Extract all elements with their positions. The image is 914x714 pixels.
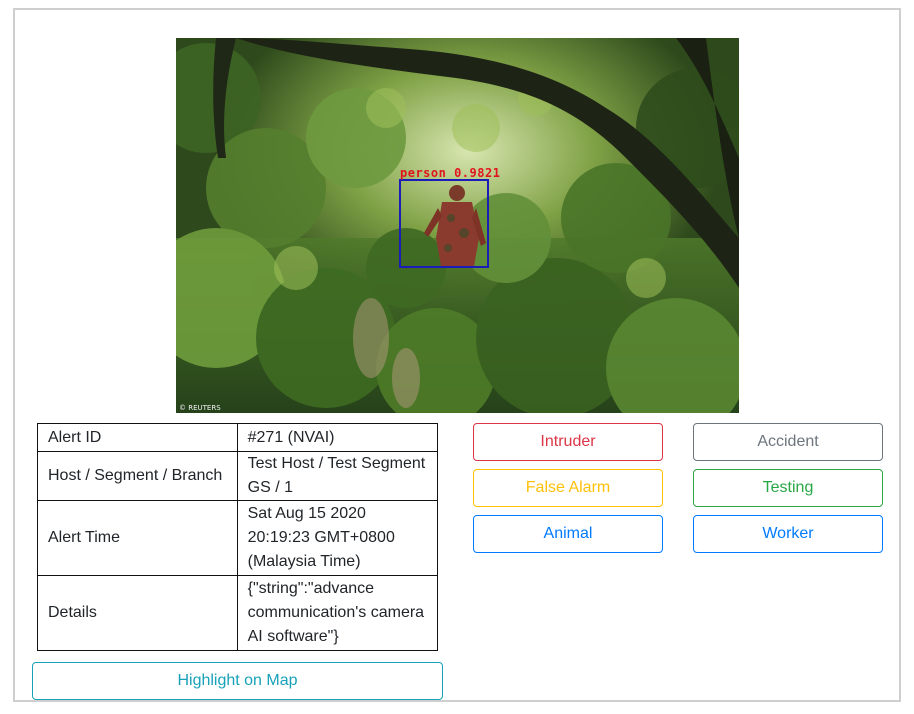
table-row: Details {"string":"advance communication… [37,575,439,651]
table-row: Alert Time Sat Aug 15 2020 20:19:23 GMT+… [37,500,439,576]
row-key-details: Details [37,575,238,651]
alert-details-table: Alert ID #271 (NVAI) Host / Segment / Br… [37,423,439,651]
highlight-on-map-button[interactable]: Highlight on Map [32,662,443,700]
row-value-alert-id: #271 (NVAI) [236,423,439,452]
accident-button[interactable]: Accident [693,423,883,461]
alert-snapshot-image: person 0.9821 © REUTERS [176,38,739,413]
row-value-alert-time: Sat Aug 15 2020 20:19:23 GMT+0800 (Malay… [236,500,439,576]
image-watermark: © REUTERS [179,404,221,412]
forest-camera-scene [176,38,739,413]
worker-button[interactable]: Worker [693,515,883,553]
row-key-alert-time: Alert Time [37,500,238,576]
intruder-button[interactable]: Intruder [473,423,663,461]
table-row: Host / Segment / Branch Test Host / Test… [37,451,439,501]
row-value-host: Test Host / Test Segment GS / 1 [236,451,439,501]
row-key-host: Host / Segment / Branch [37,451,238,501]
testing-button[interactable]: Testing [693,469,883,507]
row-key-alert-id: Alert ID [37,423,238,452]
animal-button[interactable]: Animal [473,515,663,553]
detection-label: person 0.9821 [400,166,501,180]
false-alarm-button[interactable]: False Alarm [473,469,663,507]
table-row: Alert ID #271 (NVAI) [37,423,439,452]
row-value-details: {"string":"advance communication's camer… [236,575,439,651]
